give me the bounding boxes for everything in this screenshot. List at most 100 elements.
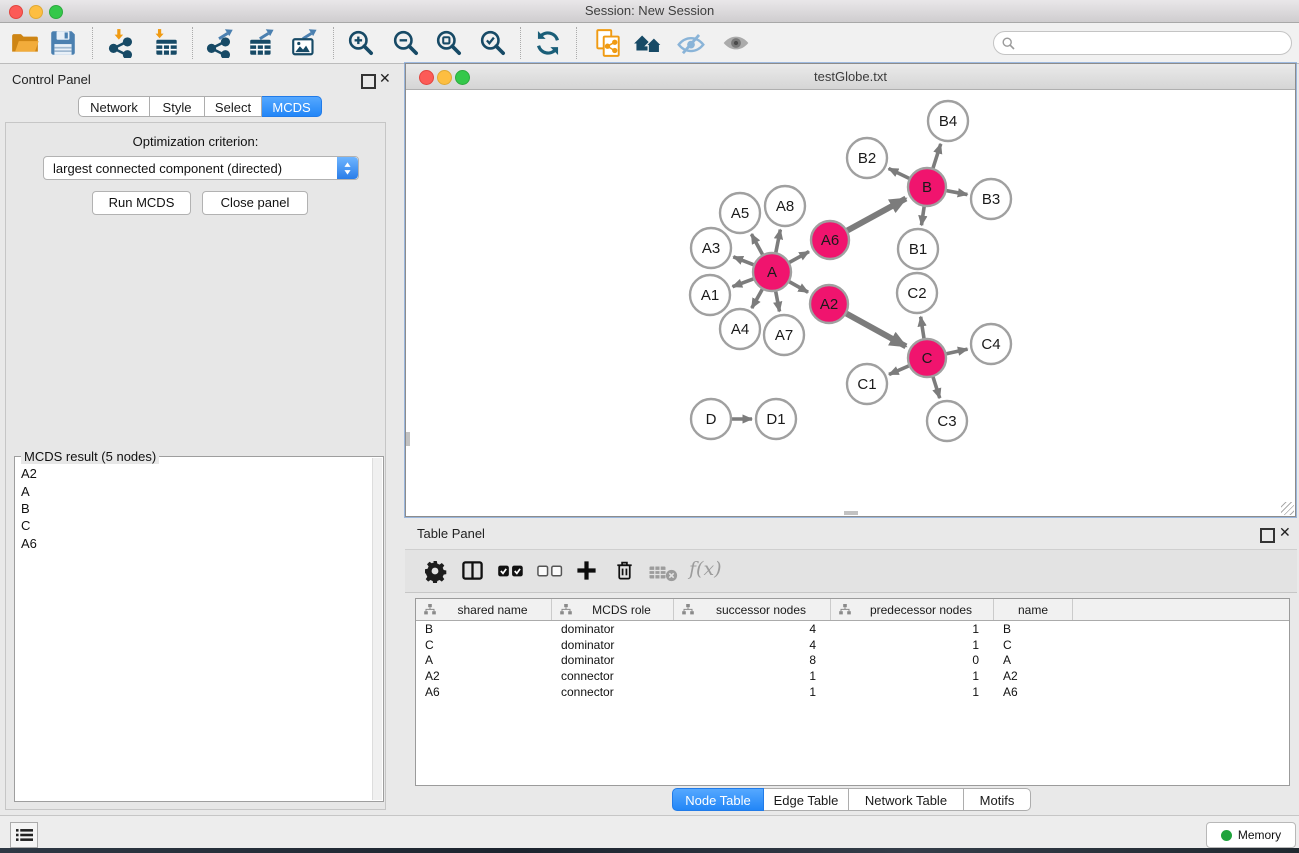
show-details-button[interactable] xyxy=(721,28,751,58)
column-header-mcds-role[interactable]: MCDS role xyxy=(552,599,674,620)
graph-node-label-C1: C1 xyxy=(857,376,876,393)
graph-node-label-C3: C3 xyxy=(937,413,956,430)
result-scrollbar[interactable] xyxy=(372,458,382,800)
refresh-button[interactable] xyxy=(533,28,563,58)
table-header-row: shared name MCDS role successor nodes pr… xyxy=(416,599,1289,621)
network-window-titlebar[interactable]: testGlobe.txt xyxy=(406,64,1295,90)
hierarchy-icon xyxy=(560,604,572,615)
tab-edge-table[interactable]: Edge Table xyxy=(764,788,849,811)
tab-network-table[interactable]: Network Table xyxy=(849,788,964,811)
delete-row-button[interactable] xyxy=(613,559,636,582)
table-row[interactable]: A6 connector 1 1 A6 xyxy=(416,684,1289,700)
column-header-name[interactable]: name xyxy=(994,599,1073,620)
node-table: shared name MCDS role successor nodes pr… xyxy=(415,598,1290,786)
table-panel: Table Panel ✕ xyxy=(405,520,1297,812)
close-panel-icon[interactable]: ✕ xyxy=(379,70,391,87)
graph-node-label-B4: B4 xyxy=(939,113,957,130)
app-titlebar: Session: New Session xyxy=(0,0,1299,23)
zoom-out-button[interactable] xyxy=(391,28,421,58)
import-network-button[interactable] xyxy=(106,28,136,58)
graph-node-label-B1: B1 xyxy=(909,241,927,258)
view-horizontal-scrollbar[interactable] xyxy=(844,511,858,515)
table-row[interactable]: A2 connector 1 1 A2 xyxy=(416,668,1289,684)
graph-node-label-A3: A3 xyxy=(702,240,720,257)
graph-node-label-A6: A6 xyxy=(821,232,839,249)
import-network-icon xyxy=(106,28,136,58)
import-table-button[interactable] xyxy=(151,28,181,58)
list-item[interactable]: B xyxy=(15,500,373,517)
graph-node-label-A7: A7 xyxy=(775,327,793,344)
graph-node-label-D: D xyxy=(706,411,717,428)
search-icon xyxy=(1002,37,1015,50)
open-session-button[interactable] xyxy=(10,28,40,58)
float-panel-icon[interactable] xyxy=(361,74,376,89)
toolbar-separator xyxy=(92,27,93,59)
table-row[interactable]: C dominator 4 1 C xyxy=(416,637,1289,653)
eye-visible-icon xyxy=(721,28,751,58)
import-table-icon xyxy=(151,28,181,58)
add-row-button[interactable] xyxy=(575,559,598,582)
tab-node-table[interactable]: Node Table xyxy=(672,788,764,811)
control-panel: Control Panel ✕ Network Style Select MCD… xyxy=(0,63,390,812)
float-table-panel-icon[interactable] xyxy=(1260,528,1275,543)
tab-network[interactable]: Network xyxy=(78,96,150,117)
list-item[interactable]: C xyxy=(15,517,373,534)
app-title: Session: New Session xyxy=(0,3,1299,18)
table-row[interactable]: A dominator 8 0 A xyxy=(416,652,1289,668)
mcds-result-title: MCDS result (5 nodes) xyxy=(21,449,159,464)
hide-details-button[interactable] xyxy=(676,28,706,58)
control-panel-title: Control Panel xyxy=(12,72,91,87)
function-builder-button[interactable]: f(x) xyxy=(689,558,722,580)
graph-node-label-B: B xyxy=(922,179,932,196)
deselect-all-button[interactable] xyxy=(536,563,564,579)
resize-grip[interactable] xyxy=(1281,502,1294,515)
export-network-icon xyxy=(204,28,234,58)
table-settings-button[interactable] xyxy=(423,559,447,583)
graph-node-label-A2: A2 xyxy=(820,296,838,313)
documents-share-button[interactable] xyxy=(593,28,623,58)
refresh-icon xyxy=(533,28,563,58)
run-mcds-button[interactable]: Run MCDS xyxy=(92,191,191,215)
select-all-button[interactable] xyxy=(497,563,525,579)
network-view-window: testGlobe.txt B4B2BB3A8A5A6A3B1AC2A1A2A4… xyxy=(405,63,1296,517)
graph-node-label-A: A xyxy=(767,264,777,281)
column-header-predecessor-nodes[interactable]: predecessor nodes xyxy=(831,599,994,620)
delete-table-button[interactable] xyxy=(648,563,679,582)
network-graph[interactable]: B4B2BB3A8A5A6A3B1AC2A1A2A4A7C4CC1DD1C3 xyxy=(406,90,1295,516)
table-tabs: Node Table Edge Table Network Table Moti… xyxy=(672,788,1031,811)
export-network-button[interactable] xyxy=(204,28,234,58)
homes-button[interactable] xyxy=(633,28,663,58)
zoom-fit-button[interactable] xyxy=(434,28,464,58)
save-session-button[interactable] xyxy=(48,28,78,58)
tab-mcds[interactable]: MCDS xyxy=(262,96,322,117)
show-columns-button[interactable] xyxy=(461,559,484,582)
zoom-in-button[interactable] xyxy=(346,28,376,58)
close-panel-button[interactable]: Close panel xyxy=(202,191,308,215)
view-vertical-scrollbar[interactable] xyxy=(406,432,410,446)
list-item[interactable]: A xyxy=(15,482,373,499)
memory-button[interactable]: Memory xyxy=(1206,822,1296,848)
search-input[interactable] xyxy=(1019,33,1291,53)
main-toolbar xyxy=(0,23,1299,64)
zoom-selected-button[interactable] xyxy=(478,28,508,58)
table-row[interactable]: B dominator 4 1 B xyxy=(416,621,1289,637)
export-table-button[interactable] xyxy=(247,28,277,58)
column-header-successor-nodes[interactable]: successor nodes xyxy=(674,599,831,620)
graph-node-label-B2: B2 xyxy=(858,150,876,167)
gear-icon xyxy=(423,559,447,583)
search-field[interactable] xyxy=(993,31,1292,55)
column-header-shared-name[interactable]: shared name xyxy=(416,599,552,620)
checked-boxes-icon xyxy=(497,563,525,579)
list-item[interactable]: A6 xyxy=(15,535,373,552)
task-history-button[interactable] xyxy=(10,822,38,848)
close-table-panel-icon[interactable]: ✕ xyxy=(1279,524,1291,541)
eye-hidden-icon xyxy=(676,28,706,58)
list-item[interactable]: A2 xyxy=(15,465,373,482)
trash-icon xyxy=(613,559,636,582)
tab-motifs[interactable]: Motifs xyxy=(964,788,1031,811)
optimization-criterion-select[interactable]: largest connected component (directed) xyxy=(43,156,359,180)
hierarchy-icon xyxy=(839,604,851,615)
tab-style[interactable]: Style xyxy=(150,96,205,117)
export-image-button[interactable] xyxy=(290,28,320,58)
tab-select[interactable]: Select xyxy=(205,96,262,117)
